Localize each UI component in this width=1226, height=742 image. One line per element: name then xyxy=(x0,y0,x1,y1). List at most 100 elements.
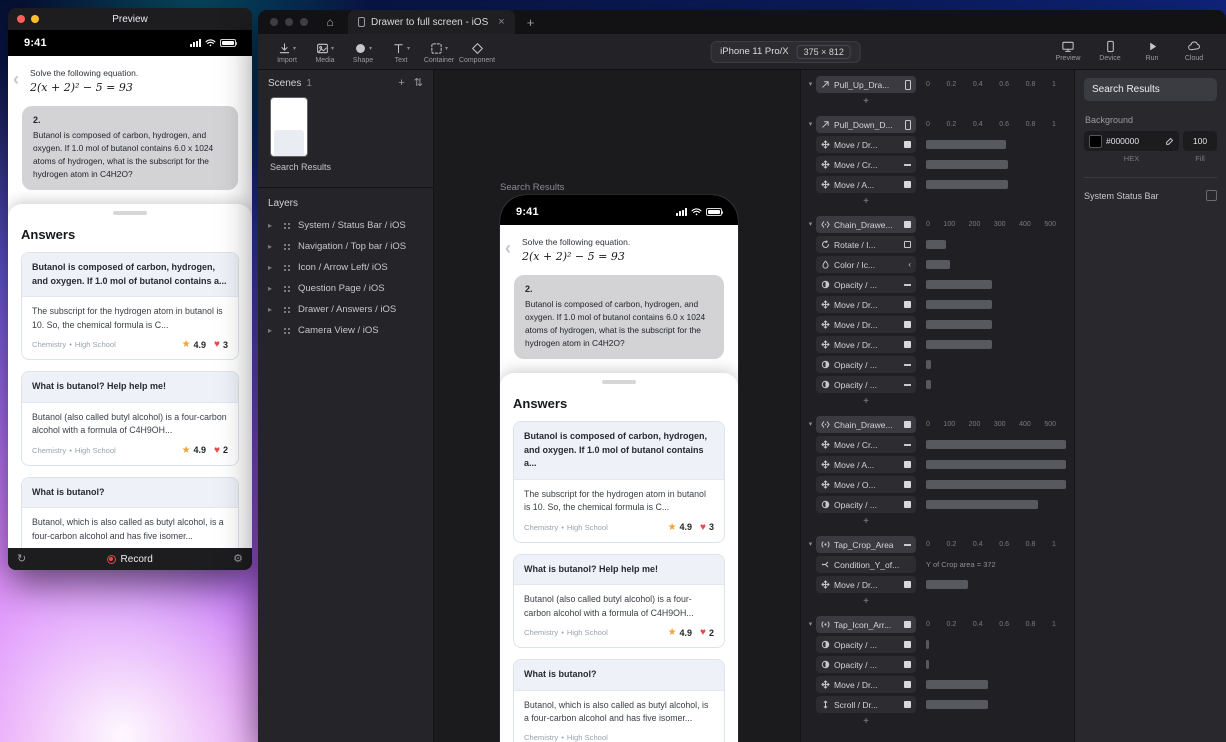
close-window-icon[interactable] xyxy=(17,15,25,23)
response-pill[interactable]: Opacity / ... xyxy=(816,496,916,513)
add-response-button[interactable]: + xyxy=(816,716,916,728)
answers-drawer[interactable]: Answers Butanol is composed of carbon, hy… xyxy=(8,204,252,548)
expand-chevron-icon[interactable]: ▸ xyxy=(268,326,276,335)
response-pill[interactable]: Condition_Y_of... xyxy=(816,556,916,573)
layer-item[interactable]: ▸ System / Status Bar / iOS xyxy=(258,215,433,236)
add-response-button[interactable]: + xyxy=(816,516,916,528)
response-pill[interactable]: Move / Dr... xyxy=(816,316,916,333)
timeline-bar[interactable] xyxy=(926,500,1038,509)
timeline-bar[interactable] xyxy=(926,260,950,269)
timeline-bar[interactable] xyxy=(926,180,1008,189)
trigger-pill[interactable]: Chain_Drawe... xyxy=(816,216,916,233)
response-pill[interactable]: Move / Cr... xyxy=(816,436,916,453)
timeline-bar[interactable] xyxy=(926,300,992,309)
tool-import[interactable]: ▾ Import xyxy=(268,39,306,64)
response-pill[interactable]: Opacity / ... xyxy=(816,356,916,373)
view-options-icon[interactable]: ⇅ xyxy=(414,78,423,89)
response-pill[interactable]: Opacity / ... xyxy=(816,376,916,393)
response-pill[interactable]: Scroll / Dr... xyxy=(816,696,916,713)
home-icon[interactable]: ⌂ xyxy=(320,16,340,28)
response-pill[interactable]: Move / Dr... xyxy=(816,136,916,153)
drawer-handle-icon[interactable] xyxy=(602,380,636,384)
new-tab-icon[interactable]: + xyxy=(527,16,535,29)
back-chevron-icon[interactable]: ‹ xyxy=(13,70,19,88)
scene-thumbnail[interactable] xyxy=(270,97,308,157)
timeline-bar[interactable] xyxy=(926,160,1008,169)
record-button[interactable]: Record xyxy=(106,554,153,565)
layer-item[interactable]: ▸ Drawer / Answers / iOS xyxy=(258,299,433,320)
add-response-button[interactable]: + xyxy=(816,596,916,608)
response-pill[interactable]: Opacity / ... xyxy=(816,636,916,653)
timeline-bar[interactable] xyxy=(926,240,946,249)
close-tab-icon[interactable]: × xyxy=(498,16,504,28)
timeline-bar[interactable] xyxy=(926,660,929,669)
color-swatch[interactable] xyxy=(1089,134,1102,148)
response-pill[interactable]: Move / Dr... xyxy=(816,296,916,313)
tool-text[interactable]: ▾ Text xyxy=(382,39,420,64)
timeline-bar[interactable] xyxy=(926,280,992,289)
tool-cloud[interactable]: Cloud xyxy=(1176,37,1212,62)
timeline-bar[interactable] xyxy=(926,480,1066,489)
question-card[interactable]: 2. Butanol is composed of carbon, hydroge… xyxy=(22,106,238,190)
response-pill[interactable]: Opacity / ... xyxy=(816,656,916,673)
canvas-scene-label[interactable]: Search Results xyxy=(500,182,564,193)
add-response-button[interactable]: + xyxy=(816,96,916,108)
tool-media[interactable]: ▾ Media xyxy=(306,39,344,64)
answer-card[interactable]: What is butanol? Help help me! Butanol (a… xyxy=(21,371,239,466)
response-pill[interactable]: Move / A... xyxy=(816,176,916,193)
fill-input[interactable]: 100 xyxy=(1183,131,1217,151)
canvas-phone-mockup[interactable]: 9:41 ‹ Solve the following equation. 2(x + … xyxy=(500,195,738,742)
add-scene-icon[interactable]: + xyxy=(398,78,404,89)
trigger-pill[interactable]: Tap_Crop_Area xyxy=(816,536,916,553)
drawer-handle-icon[interactable] xyxy=(113,211,147,215)
layer-item[interactable]: ▸ Navigation / Top bar / iOS xyxy=(258,236,433,257)
add-response-button[interactable]: + xyxy=(816,196,916,208)
response-pill[interactable]: Move / Dr... xyxy=(816,576,916,593)
tool-device[interactable]: Device xyxy=(1092,37,1128,62)
timeline-bar[interactable] xyxy=(926,360,931,369)
question-card[interactable]: 2. Butanol is composed of carbon, hydroge… xyxy=(514,275,724,359)
expand-chevron-icon[interactable]: ▸ xyxy=(268,284,276,293)
tool-preview[interactable]: Preview xyxy=(1050,37,1086,62)
timeline-bar[interactable] xyxy=(926,320,992,329)
timeline-bar[interactable] xyxy=(926,460,1066,469)
timeline-bar[interactable] xyxy=(926,140,1006,149)
response-pill[interactable]: Move / O... xyxy=(816,476,916,493)
expand-chevron-icon[interactable]: ▸ xyxy=(268,263,276,272)
timeline-bar[interactable] xyxy=(926,700,988,709)
trigger-pill[interactable]: Pull_Down_D... xyxy=(816,116,916,133)
layer-item[interactable]: ▸ Question Page / iOS xyxy=(258,278,433,299)
timeline-bar[interactable] xyxy=(926,640,929,649)
trigger-pill[interactable]: Chain_Drawe... xyxy=(816,416,916,433)
expand-chevron-icon[interactable]: ▸ xyxy=(268,305,276,314)
trigger-pill[interactable]: Pull_Up_Dra... xyxy=(816,76,916,93)
answers-drawer[interactable]: Answers Butanol is composed of carbon, hy… xyxy=(500,373,738,742)
layer-item[interactable]: ▸ Icon / Arrow Left/ iOS xyxy=(258,257,433,278)
settings-gear-icon[interactable]: ⚙ xyxy=(233,553,243,565)
tool-shape[interactable]: ▾ Shape xyxy=(344,39,382,64)
back-chevron-icon[interactable]: ‹ xyxy=(505,239,511,257)
tool-component[interactable]: Component xyxy=(458,39,496,64)
add-response-button[interactable]: + xyxy=(816,396,916,408)
collapse-chevron-icon[interactable]: ▾ xyxy=(805,421,816,428)
hex-input[interactable]: #000000 xyxy=(1084,131,1179,151)
response-pill[interactable]: Move / Dr... xyxy=(816,336,916,353)
answer-card[interactable]: What is butanol? Butanol, which is also c… xyxy=(513,659,725,742)
answer-card[interactable]: What is butanol? Help help me! Butanol (a… xyxy=(513,553,725,648)
close-window-icon[interactable] xyxy=(270,18,278,26)
response-pill[interactable]: Move / A... xyxy=(816,456,916,473)
minimize-window-icon[interactable] xyxy=(285,18,293,26)
expand-chevron-icon[interactable]: ▸ xyxy=(268,221,276,230)
collapse-chevron-icon[interactable]: ▾ xyxy=(805,121,816,128)
timeline-bar[interactable] xyxy=(926,580,968,589)
scene-item[interactable]: Search Results xyxy=(258,95,433,181)
document-tab[interactable]: Drawer to full screen - iOS × xyxy=(348,10,515,34)
response-pill[interactable]: Opacity / ... xyxy=(816,276,916,293)
tool-run[interactable]: Run xyxy=(1134,37,1170,62)
answer-card[interactable]: Butanol is composed of carbon, hydrogen,… xyxy=(513,421,725,543)
collapse-chevron-icon[interactable]: ▾ xyxy=(805,81,816,88)
minimize-window-icon[interactable] xyxy=(31,15,39,23)
timeline-bar[interactable] xyxy=(926,440,1066,449)
zoom-window-icon[interactable] xyxy=(300,18,308,26)
layer-item[interactable]: ▸ Camera View / iOS xyxy=(258,320,433,341)
